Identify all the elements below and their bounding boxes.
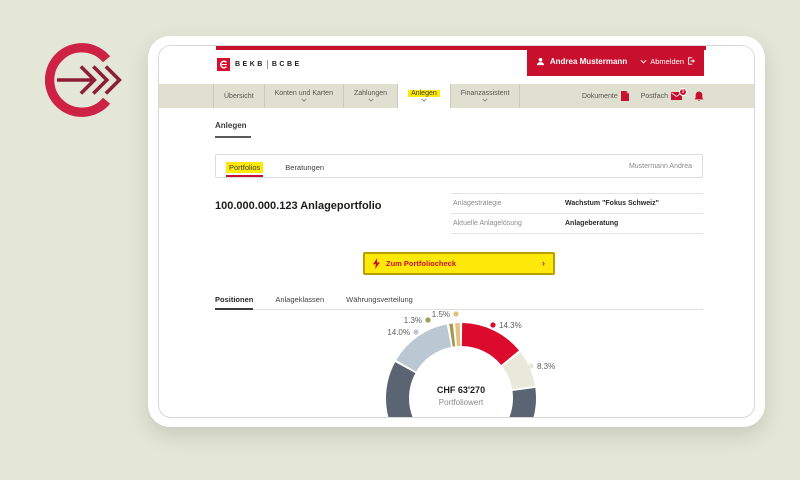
app-window: BEKBBCBE Andrea Mustermann Abmelden Über… xyxy=(158,45,755,418)
nav-item-anlegen[interactable]: Anlegen xyxy=(397,84,450,108)
nav-item-zahlungen[interactable]: Zahlungen xyxy=(343,84,397,108)
bekb-logo-icon xyxy=(217,58,230,71)
portfolio-details: AnlagestrategieWachstum "Fokus Schweiz"A… xyxy=(451,193,703,234)
logout-button[interactable]: Abmelden xyxy=(640,57,695,66)
nav-item-label: Finanzassistent xyxy=(461,90,510,97)
tab-label: Portfolios xyxy=(226,162,263,173)
inbox-badge: 9 xyxy=(679,88,687,96)
chevron-down-icon xyxy=(482,98,488,102)
detail-row: AnlagestrategieWachstum "Fokus Schweiz" xyxy=(451,193,703,213)
nav-utilities: Dokumente Postfach 9 xyxy=(582,84,704,108)
segment-percent-label: 1.3% xyxy=(404,316,422,325)
segment-percent-label: 8.3% xyxy=(537,362,555,371)
chevron-down-icon xyxy=(421,98,427,102)
tab-portfolios[interactable]: Portfolios xyxy=(226,163,263,172)
allocation-donut-chart: 14.3% 8.3% 14.0% 1.3% 1.5% CHF 63'270 Portfoli… xyxy=(291,308,631,418)
portfolio-title: 100.000.000.123 Anlageportfolio xyxy=(215,200,382,212)
nav-item-label: Anlegen xyxy=(408,90,440,97)
segment-percent-label: 14.3% xyxy=(499,321,522,330)
segment-percent-label: 1.5% xyxy=(432,310,450,319)
portfolio-check-button[interactable]: Zum Portfoliocheck › xyxy=(363,252,555,275)
app-header: BEKBBCBE Andrea Mustermann Abmelden xyxy=(159,46,754,84)
chevron-down-icon xyxy=(368,98,374,102)
logout-icon xyxy=(687,57,695,65)
chevron-down-icon xyxy=(301,98,307,102)
documents-link[interactable]: Dokumente xyxy=(582,91,629,101)
content-area: Anlegen Portfolios Beratungen Mustermann … xyxy=(159,121,754,310)
user-icon xyxy=(536,57,545,66)
user-name: Andrea Mustermann xyxy=(550,57,627,66)
main-nav: Übersicht Konten und Karten Zahlungen Anleg… xyxy=(159,84,754,108)
breadcrumb-underline xyxy=(215,136,251,138)
breadcrumb[interactable]: Anlegen xyxy=(215,121,703,130)
portfolio-tabs-card: Portfolios Beratungen Mustermann Andrea xyxy=(215,154,703,178)
detail-label: Anlagestrategie xyxy=(453,200,565,207)
nav-item-konten-und-karten[interactable]: Konten und Karten xyxy=(264,84,343,108)
bekb-brand-mark-icon xyxy=(32,28,136,132)
nav-item--bersicht[interactable]: Übersicht xyxy=(213,84,264,108)
bekb-logo-text: BEKBBCBE xyxy=(235,60,302,69)
bekb-logo[interactable]: BEKBBCBE xyxy=(217,58,302,71)
browser-frame: BEKBBCBE Andrea Mustermann Abmelden Über… xyxy=(148,36,765,427)
chart-center-value: CHF 63'270 xyxy=(437,385,485,395)
view-tab-w-hrungsverteilung[interactable]: Währungsverteilung xyxy=(346,295,413,309)
chevron-down-icon xyxy=(640,59,647,64)
chart-center-caption: Portfoliowert xyxy=(439,398,484,407)
portfolio-header-row: 100.000.000.123 Anlageportfolio Anlagest… xyxy=(215,193,703,234)
segment-legend-dot xyxy=(453,311,458,316)
segment-legend-dot xyxy=(490,322,495,327)
view-tab-anlageklassen[interactable]: Anlageklassen xyxy=(275,295,324,309)
chevron-right-icon: › xyxy=(542,259,545,268)
nav-item-label: Konten und Karten xyxy=(275,90,333,97)
segment-legend-dot xyxy=(413,329,418,334)
detail-value: Anlageberatung xyxy=(565,220,618,227)
user-menu[interactable]: Andrea Mustermann Abmelden xyxy=(527,46,704,76)
document-icon xyxy=(621,91,629,101)
view-tab-positionen[interactable]: Positionen xyxy=(215,295,253,309)
notifications-bell-icon[interactable] xyxy=(694,91,704,102)
detail-value: Wachstum "Fokus Schweiz" xyxy=(565,200,659,207)
nav-item-finanzassistent[interactable]: Finanzassistent xyxy=(450,84,521,108)
inbox-link[interactable]: Postfach 9 xyxy=(641,92,682,100)
flash-icon xyxy=(373,258,380,269)
tab-label: Beratungen xyxy=(285,163,324,172)
account-owner: Mustermann Andrea xyxy=(629,163,692,170)
detail-label: Aktuelle Anlagelösung xyxy=(453,220,565,227)
segment-legend-dot xyxy=(425,317,430,322)
detail-row: Aktuelle AnlagelösungAnlageberatung xyxy=(451,213,703,234)
nav-item-label: Zahlungen xyxy=(354,90,387,97)
segment-legend-dot xyxy=(528,363,533,368)
segment-percent-label: 14.0% xyxy=(387,328,410,337)
tab-beratungen[interactable]: Beratungen xyxy=(285,163,324,172)
donut-segment[interactable] xyxy=(406,336,449,366)
nav-item-label: Übersicht xyxy=(224,93,254,100)
donut-segment[interactable] xyxy=(511,359,523,387)
donut-segment[interactable] xyxy=(462,335,510,358)
